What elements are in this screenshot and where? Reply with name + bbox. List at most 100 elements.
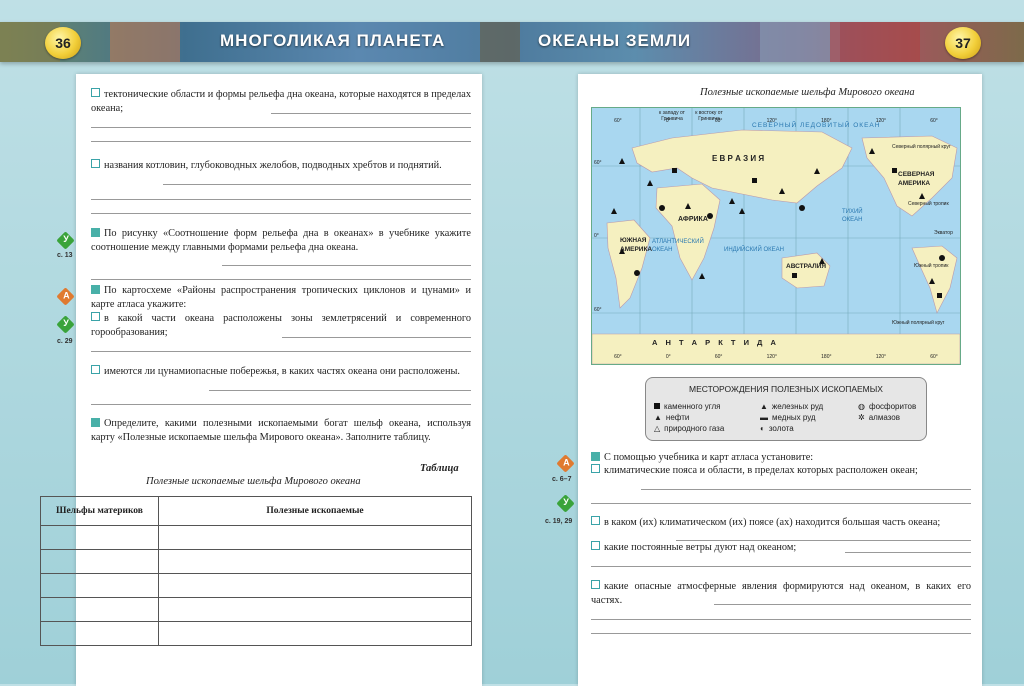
- table-header-cell: Шельфы материков: [40, 496, 159, 526]
- table-cell[interactable]: [40, 597, 159, 622]
- question-text: в каком (их) климатическом (их) поясе (а…: [604, 517, 941, 528]
- answer-line[interactable]: [591, 503, 971, 504]
- question-main-climate-belt: в каком (их) климатическом (их) поясе (а…: [591, 516, 971, 530]
- answer-line[interactable]: [91, 404, 471, 405]
- textbook-ref-icon: У: [56, 315, 75, 334]
- table-row: [40, 621, 472, 646]
- question-basins: названия котловин, глубоководных желобов…: [91, 159, 471, 173]
- checkbox-icon: [591, 516, 600, 525]
- indian-ocean-label: ИНДИЙСКИЙ ОКЕАН: [724, 247, 784, 253]
- question-text: По картосхеме «Районы распространения тр…: [91, 285, 471, 310]
- question-text: тектонические области и формы рельефа дн…: [91, 89, 471, 114]
- question-tectonic: тектонические области и формы рельефа дн…: [91, 88, 471, 115]
- degree-label: 60°: [614, 118, 622, 124]
- question-climate-zones: климатические пояса и области, в предела…: [591, 464, 971, 478]
- phosphorite-icon: ◍: [858, 402, 865, 411]
- degree-label: 120°: [766, 354, 777, 360]
- question-text: Определите, какими полезными ископаемыми…: [91, 418, 471, 443]
- question-text: имеются ли цунамиопасные побережья, в ка…: [104, 366, 460, 377]
- question-text: какие постоянные ветры дуют над океаном;: [604, 542, 797, 553]
- table-cell[interactable]: [158, 573, 472, 598]
- table-row: [40, 525, 472, 550]
- legend-item: ◐ золота: [760, 424, 794, 433]
- checkbox-icon: [91, 159, 100, 168]
- legend-label: алмазов: [868, 413, 900, 422]
- degree-label: 120°: [766, 118, 777, 124]
- table-cell[interactable]: [158, 549, 472, 574]
- checkbox-icon: [591, 464, 600, 473]
- degree-label: 60°: [614, 354, 622, 360]
- legend-item: ▲ железных руд: [760, 402, 823, 411]
- degree-label: 60°: [930, 118, 938, 124]
- latitude-label: 0°: [594, 233, 599, 239]
- answer-line[interactable]: [714, 604, 971, 605]
- table-cell[interactable]: [158, 621, 472, 646]
- table-cell[interactable]: [158, 525, 472, 550]
- answer-line[interactable]: [209, 390, 471, 391]
- degree-label: 60°: [714, 354, 723, 360]
- gas-drop-icon: △: [654, 424, 661, 433]
- checkbox-icon: [91, 88, 100, 97]
- legend-item: △ природного газа: [654, 424, 724, 433]
- table-cell[interactable]: [40, 573, 159, 598]
- textbook-ref-icon: У: [556, 494, 575, 513]
- legend-label: медных руд: [772, 413, 816, 422]
- degree-label: 120°: [875, 354, 887, 360]
- legend-item: ✲ алмазов: [858, 413, 900, 422]
- eurasia-label: Е В Р А З И Я: [712, 154, 765, 163]
- south-america-shape-east: [911, 245, 958, 314]
- question-text: названия котловин, глубоководных желобов…: [104, 160, 442, 171]
- map-legend: МЕСТОРОЖДЕНИЯ ПОЛЕЗНЫХ ИСКОПАЕМЫХ каменн…: [645, 377, 927, 441]
- checkbox-icon: [91, 312, 100, 321]
- answer-line[interactable]: [91, 141, 471, 142]
- left-page-number: 36: [45, 27, 81, 59]
- gold-half-circle-icon: ◐: [760, 424, 765, 433]
- legend-item: каменного угля: [654, 402, 721, 411]
- question-text: климатические пояса и области, в предела…: [604, 465, 918, 476]
- table-row: [40, 549, 472, 574]
- answer-line[interactable]: [591, 633, 971, 634]
- right-page-number: 37: [945, 27, 981, 59]
- task-square-icon: [91, 418, 100, 427]
- degree-label: 0°: [665, 118, 671, 124]
- minerals-table: Шельфы материков Полезные ископаемые: [40, 496, 472, 646]
- top-degree-scale: 60° 0° 60° 120° 180° 120° 60°: [592, 118, 960, 124]
- answer-line[interactable]: [222, 265, 471, 266]
- table-cell[interactable]: [40, 549, 159, 574]
- map-title: Полезные ископаемые шельфа Мирового океа…: [700, 87, 915, 98]
- answer-line[interactable]: [282, 337, 471, 338]
- question-earthquakes: в какой части океана расположены зоны зе…: [91, 312, 471, 339]
- answer-line[interactable]: [91, 279, 471, 280]
- question-text: в какой части океана расположены зоны зе…: [91, 313, 471, 338]
- question-weather-hazards: какие опасные атмосферные явления формир…: [591, 580, 971, 607]
- banner-photo: [830, 22, 920, 62]
- banner-photo: [110, 22, 180, 62]
- table-cell[interactable]: [40, 621, 159, 646]
- answer-line[interactable]: [641, 489, 971, 490]
- header-banner: МНОГОЛИКАЯ ПЛАНЕТА ОКЕАНЫ ЗЕМЛИ: [0, 22, 1024, 62]
- answer-line[interactable]: [91, 127, 471, 128]
- answer-line[interactable]: [271, 113, 471, 114]
- answer-line[interactable]: [91, 199, 471, 200]
- question-text: какие опасные атмосферные явления формир…: [591, 581, 971, 606]
- question-shelf-minerals: Определите, какими полезными ископаемыми…: [91, 417, 471, 444]
- table-cell[interactable]: [40, 525, 159, 550]
- answer-line[interactable]: [163, 184, 471, 185]
- left-page-header-title: МНОГОЛИКАЯ ПЛАНЕТА: [220, 31, 446, 50]
- legend-item: ▲ нефти: [654, 413, 689, 422]
- checkbox-icon: [91, 365, 100, 374]
- legend-label: золота: [768, 424, 794, 433]
- atlas-ref-icon: А: [556, 454, 575, 473]
- arctic-circle-label: Северный полярный круг: [892, 144, 951, 150]
- page-ref: с. 19, 29: [545, 518, 573, 525]
- answer-line[interactable]: [91, 351, 471, 352]
- degree-label: 60°: [714, 118, 723, 124]
- africa-shape: [655, 183, 721, 281]
- table-label: Таблица: [420, 463, 459, 474]
- answer-line[interactable]: [591, 566, 971, 567]
- answer-line[interactable]: [91, 213, 471, 214]
- answer-line[interactable]: [845, 552, 971, 553]
- legend-label: природного газа: [664, 424, 725, 433]
- table-cell[interactable]: [158, 597, 472, 622]
- answer-line[interactable]: [591, 619, 971, 620]
